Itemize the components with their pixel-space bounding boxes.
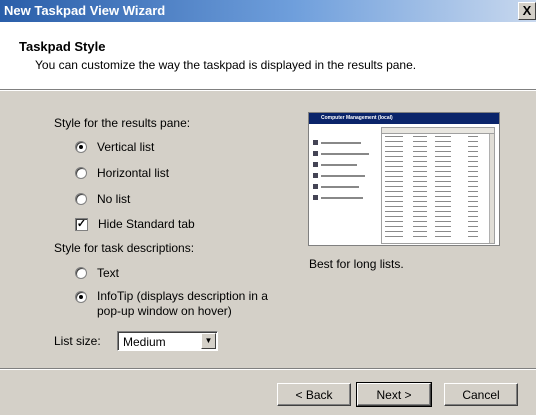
- checkmark-icon[interactable]: ✓: [75, 217, 88, 231]
- radio-button[interactable]: [75, 167, 87, 179]
- next-button[interactable]: Next >: [356, 382, 432, 407]
- preview-task-list: [313, 129, 379, 204]
- preview-results-list: [381, 127, 495, 244]
- wizard-window: New Taskpad View Wizard X Taskpad Style …: [0, 0, 536, 415]
- preview-title: Computer Management (local): [321, 115, 393, 121]
- taskpad-preview-image: Computer Management (local): [308, 112, 500, 246]
- list-size-value: Medium: [123, 335, 166, 349]
- list-size-dropdown[interactable]: Medium ▼: [117, 331, 218, 351]
- results-pane-label: Style for the results pane:: [54, 116, 191, 130]
- window-title: New Taskpad View Wizard: [4, 3, 166, 18]
- cancel-button[interactable]: Cancel: [444, 383, 518, 406]
- checkbox-label: Hide Standard tab: [98, 217, 195, 231]
- title-bar[interactable]: New Taskpad View Wizard X: [0, 0, 536, 22]
- radio-horizontal-list[interactable]: Horizontal list: [75, 166, 169, 180]
- radio-button[interactable]: [75, 291, 87, 303]
- radio-text[interactable]: Text: [75, 266, 119, 280]
- radio-infotip[interactable]: InfoTip (displays description in a pop-u…: [75, 289, 287, 319]
- preview-row: [382, 234, 494, 239]
- hide-standard-tab-checkbox[interactable]: ✓ Hide Standard tab: [75, 217, 195, 231]
- list-size-label: List size:: [54, 334, 101, 348]
- radio-button[interactable]: [75, 267, 87, 279]
- close-icon: X: [522, 3, 532, 18]
- radio-label: Horizontal list: [97, 166, 170, 180]
- radio-button[interactable]: [75, 193, 87, 205]
- back-button[interactable]: < Back: [277, 383, 351, 406]
- radio-label: No list: [97, 192, 131, 206]
- chevron-down-icon[interactable]: ▼: [201, 333, 216, 349]
- radio-label: Text: [97, 266, 120, 280]
- page-title: Taskpad Style: [19, 39, 106, 54]
- radio-label: Vertical list: [97, 140, 155, 154]
- footer-divider: [0, 368, 536, 370]
- preview-title-bar: Computer Management (local): [309, 113, 499, 124]
- radio-vertical-list[interactable]: Vertical list: [75, 140, 154, 154]
- task-descriptions-label: Style for task descriptions:: [54, 241, 195, 255]
- wizard-header: Taskpad Style You can customize the way …: [0, 22, 536, 89]
- preview-caption: Best for long lists.: [309, 257, 404, 271]
- close-button[interactable]: X: [518, 2, 536, 20]
- header-divider: [0, 89, 536, 91]
- radio-button[interactable]: [75, 141, 87, 153]
- radio-no-list[interactable]: No list: [75, 192, 130, 206]
- page-subtitle: You can customize the way the taskpad is…: [35, 58, 417, 72]
- radio-label: InfoTip (displays description in a pop-u…: [97, 289, 268, 318]
